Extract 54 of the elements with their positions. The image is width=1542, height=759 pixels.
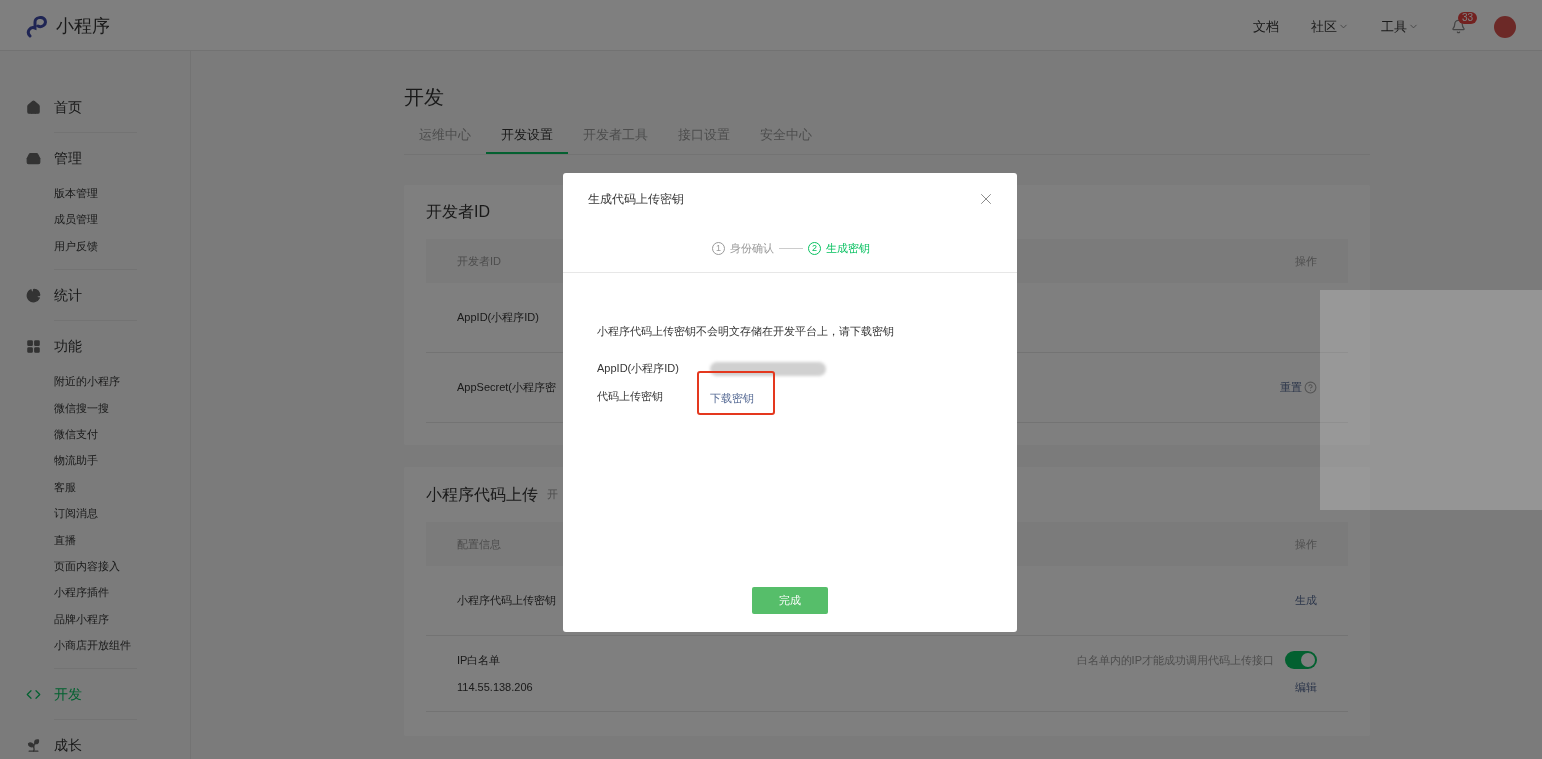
- card-title: 开发者ID: [426, 202, 490, 222]
- help-icon[interactable]: [1304, 381, 1317, 394]
- pie-chart-icon: [26, 287, 41, 303]
- dialog-message: 小程序代码上传密钥不会明文存储在开发平台上，请下载密钥: [597, 324, 895, 339]
- table-cell-text: 小程序代码上传密钥: [457, 593, 556, 609]
- sidebar-subitem[interactable]: 版本管理: [54, 180, 190, 207]
- sidebar-item[interactable]: 首页: [26, 85, 190, 129]
- sidebar-subitem[interactable]: 微信搜一搜: [54, 394, 190, 421]
- reset-link[interactable]: 重置: [1280, 379, 1302, 396]
- sidebar-item[interactable]: 成长: [26, 723, 190, 759]
- dialog-title: 生成代码上传密钥: [588, 191, 684, 208]
- table-cell-text: AppSecret(小程序密: [457, 380, 557, 396]
- field-label: AppID(小程序ID): [597, 361, 680, 377]
- field-label: 代码上传密钥: [597, 389, 664, 405]
- sidebar-subitem[interactable]: 直播: [54, 526, 190, 553]
- sidebar-item[interactable]: 管理: [26, 136, 190, 180]
- sidebar-subitem[interactable]: 附近的小程序: [54, 368, 190, 395]
- done-button[interactable]: 完成: [752, 587, 828, 614]
- generate-link[interactable]: 生成: [1295, 592, 1317, 609]
- nav-link[interactable]: 文档: [1253, 16, 1279, 37]
- nav-link[interactable]: 社区: [1311, 16, 1349, 37]
- sidebar-subitem[interactable]: 成员管理: [54, 206, 190, 233]
- table-cell-text: 114.55.138.206: [457, 680, 533, 696]
- table-cell-text: IP白名单: [457, 653, 501, 668]
- grid-icon: [26, 338, 41, 354]
- sidebar-subitem[interactable]: 订阅消息: [54, 500, 190, 527]
- toggle-switch[interactable]: [1285, 651, 1317, 670]
- sprout-icon: [26, 737, 41, 753]
- step: 1 身份确认: [712, 240, 774, 257]
- edit-link[interactable]: 编辑: [1295, 679, 1317, 696]
- notification-badge: 33: [1458, 12, 1478, 24]
- card-title: 小程序代码上传: [426, 484, 538, 505]
- sidebar-subitem[interactable]: 用户反馈: [54, 232, 190, 260]
- download-key-link[interactable]: 下载密钥: [710, 391, 754, 404]
- sidebar-item[interactable]: 功能: [26, 324, 190, 369]
- avatar[interactable]: [1494, 15, 1516, 38]
- table-cell-text: AppID(小程序ID): [457, 310, 539, 326]
- sidebar-subitem[interactable]: 小程序插件: [54, 579, 190, 606]
- sidebar-item[interactable]: 统计: [26, 273, 190, 318]
- sidebar-subitem[interactable]: 页面内容接入: [54, 552, 190, 580]
- nav-link[interactable]: 工具: [1381, 16, 1419, 37]
- bell-icon[interactable]: [1451, 19, 1466, 34]
- sidebar-subitem[interactable]: 品牌小程序: [54, 605, 190, 633]
- inbox-icon: [26, 150, 41, 166]
- sidebar-subitem[interactable]: 微信支付: [54, 420, 190, 448]
- step: 2 生成密钥: [808, 240, 870, 257]
- home-icon: [26, 99, 41, 115]
- logo-icon: [26, 15, 50, 38]
- logo-text: 小程序: [56, 15, 110, 38]
- sidebar-subitem[interactable]: 小商店开放组件: [54, 632, 190, 659]
- tab[interactable]: 开发设置: [486, 124, 568, 154]
- page-title: 开发: [404, 85, 445, 110]
- sidebar-subitem[interactable]: 物流助手: [54, 447, 190, 474]
- sidebar-subitem[interactable]: 客服: [54, 473, 190, 501]
